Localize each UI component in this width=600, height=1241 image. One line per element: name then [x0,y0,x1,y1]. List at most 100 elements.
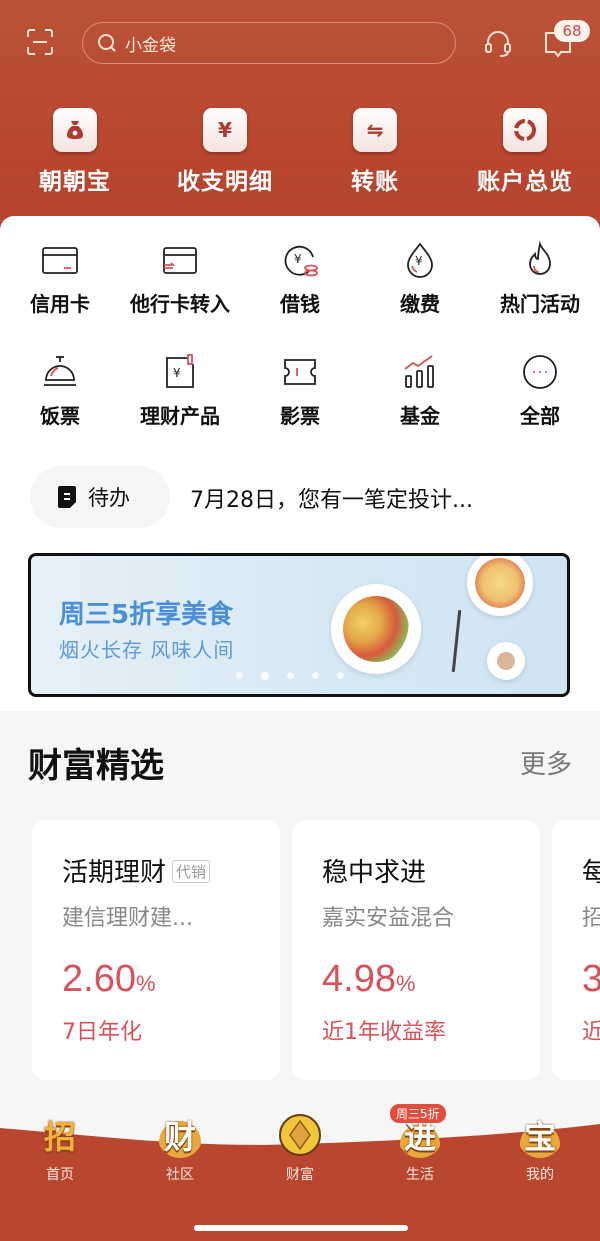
rate-note: 近 [582,1020,600,1045]
ticket-icon [284,359,316,385]
product-card-partial[interactable]: 每 招 3 近 [552,820,600,1080]
rate-unit: % [395,971,416,996]
quick-action-account-overview[interactable]: 账户总览 [450,108,600,196]
more-icon [523,355,557,389]
tab-wealth[interactable]: 财富 [240,1112,360,1184]
rate-note: 7日年化 [62,1020,142,1045]
payment-drop-icon: ¥ [407,242,433,278]
yuan-icon: ¥ [203,108,247,152]
product-rate: 3 [582,958,600,1000]
product-subtitle: 招 [582,906,600,931]
service-payment[interactable]: ¥ 缴费 [360,240,480,352]
tab-life[interactable]: 进 周三5折 生活 [360,1104,480,1184]
quick-actions: 朝朝宝 ¥ 收支明细 ⇋ 转账 账户总览 [0,108,600,196]
services-panel: 信用卡 他行卡转入 ¥ 借钱 ¥ 缴费 热门活动 饭票 ¥ 理财产品 影票 基金… [0,216,600,711]
service-wealth-products[interactable]: ¥ 理财产品 [120,352,240,464]
todo-bar[interactable]: 待办 7月28日，您有一笔定投计... [30,466,590,528]
product-title: 活期理财 代销 [62,852,211,889]
banner-pager [236,672,344,680]
svg-text:¥: ¥ [294,252,302,266]
product-rate: 4.98% [322,958,416,1001]
service-label: 基金 [400,404,440,428]
fund-chart-icon [404,355,434,388]
product-card[interactable]: 稳中求进 嘉实安益混合 4.98% 近1年收益率 [292,820,540,1080]
loan-icon: ¥ [284,245,318,277]
product-subtitle: 建信理财建... [62,906,193,931]
svg-text:¥: ¥ [173,366,181,380]
todo-pill[interactable]: 待办 [30,466,170,528]
tab-profile[interactable]: 宝 我的 [480,1112,600,1184]
flame-icon [529,240,551,275]
section-title: 财富精选 [28,746,164,786]
wealth-section-header: 财富精选 更多 [0,730,600,790]
tab-label: 我的 [526,1167,554,1183]
header: 小金袋 68 朝朝宝 ¥ 收支明细 ⇋ 转账 账户总览 [0,0,600,240]
service-label: 影票 [280,404,320,428]
service-meal-ticket[interactable]: 饭票 [0,352,120,464]
scan-icon[interactable] [26,28,54,56]
pasta-plate-image [467,556,533,616]
credit-card-icon [42,247,78,274]
more-link[interactable]: 更多 [520,744,572,781]
service-all[interactable]: 全部 [480,352,600,464]
service-movie-ticket[interactable]: 影票 [240,352,360,464]
quick-action-label: 转账 [351,169,399,195]
search-placeholder: 小金袋 [125,35,176,56]
pie-icon [503,108,547,152]
promo-badge: 周三5折 [390,1104,446,1123]
promo-banner[interactable]: 周三5折享美食 烟火长存 风味人间 [28,553,570,697]
pager-dot[interactable] [312,672,319,679]
product-title: 每 [582,858,600,888]
tab-community[interactable]: 财 社区 [120,1112,240,1184]
rate-value: 4.98 [322,958,396,1000]
search-input[interactable]: 小金袋 [82,22,456,64]
customer-service-icon[interactable] [483,28,513,58]
todo-icon [58,486,76,508]
pager-dot-active[interactable] [261,672,269,680]
product-card[interactable]: 活期理财 代销 建信理财建... 2.60% 7日年化 [32,820,280,1080]
product-rate: 2.60% [62,958,156,1001]
pager-dot[interactable] [236,672,243,679]
service-loan[interactable]: ¥ 借钱 [240,240,360,352]
quick-action-transactions[interactable]: ¥ 收支明细 [150,108,300,196]
service-label: 热门活动 [500,292,580,316]
pager-dot[interactable] [287,672,294,679]
quick-action-transfer[interactable]: ⇋ 转账 [300,108,450,196]
tab-label: 财富 [286,1167,314,1183]
top-bar: 小金袋 [0,22,600,64]
money-bag-icon [53,108,97,152]
todo-label: 待办 [88,486,130,510]
service-grid: 信用卡 他行卡转入 ¥ 借钱 ¥ 缴费 热门活动 饭票 ¥ 理财产品 影票 基金… [0,240,600,464]
pager-dot[interactable] [337,672,344,679]
product-subtitle: 嘉实安益混合 [322,906,455,931]
transfer-icon: ⇋ [353,108,397,152]
service-label: 理财产品 [140,404,220,428]
tab-label: 生活 [406,1167,434,1183]
service-fund[interactable]: 基金 [360,352,480,464]
product-title: 稳中求进 [322,858,427,888]
rate-note: 近1年收益率 [322,1020,446,1045]
agency-tag: 代销 [172,860,211,883]
home-tab-icon: 招 [43,1118,76,1156]
service-label: 他行卡转入 [130,292,230,316]
service-label: 借钱 [280,292,320,316]
service-credit-card[interactable]: 信用卡 [0,240,120,352]
product-carousel: 活期理财 代销 建信理财建... 2.60% 7日年化 稳中求进 嘉实安益混合 4… [32,820,600,1080]
food-plate-image [331,584,421,674]
service-other-card-transfer[interactable]: 他行卡转入 [120,240,240,352]
wealth-coin-icon [279,1114,321,1156]
svg-text:¥: ¥ [415,254,423,268]
home-indicator[interactable] [194,1225,408,1231]
dessert-plate-image [487,642,525,680]
card-transfer-icon [163,247,197,274]
product-title-text: 活期理财 [62,858,167,888]
cutlery-image [451,610,462,672]
quick-action-label: 朝朝宝 [39,169,111,195]
service-hot-activities[interactable]: 热门活动 [480,240,600,352]
quick-action-zhaozhaobao[interactable]: 朝朝宝 [0,108,150,196]
banner-title: 周三5折享美食 [59,600,234,630]
profile-tab-icon: 宝 [517,1112,563,1158]
service-label: 缴费 [400,292,440,316]
todo-message[interactable]: 7月28日，您有一笔定投计... [190,482,473,514]
tab-home[interactable]: 招 首页 [0,1112,120,1184]
